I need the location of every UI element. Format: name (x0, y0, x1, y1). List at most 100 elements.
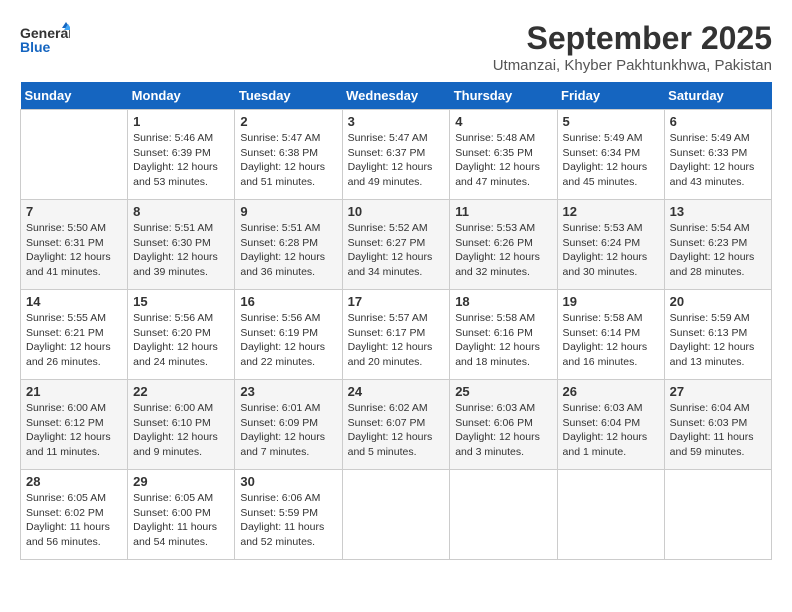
week-row-4: 21 Sunrise: 6:00 AMSunset: 6:12 PMDayligh… (21, 380, 772, 470)
day-number: 26 (563, 384, 659, 399)
calendar-cell-w1-d5: 4Sunrise: 5:48 AMSunset: 6:35 PMDaylight… (450, 110, 557, 200)
week-row-1: 1Sunrise: 5:46 AMSunset: 6:39 PMDaylight… (21, 110, 772, 200)
day-number: 14 (26, 294, 122, 309)
day-info: Sunrise: 5:46 AMSunset: 6:39 PMDaylight:… (133, 131, 229, 190)
week-row-5: 28 Sunrise: 6:05 AMSunset: 6:02 PMDayligh… (21, 470, 772, 560)
col-sunday: Sunday (21, 82, 128, 110)
calendar-cell-w2-d6: 12Sunrise: 5:53 AMSunset: 6:24 PMDayligh… (557, 200, 664, 290)
day-number: 21 (26, 384, 122, 399)
day-number: 17 (348, 294, 445, 309)
day-info: Sunrise: 5:57 AMSunset: 6:17 PMDaylight:… (348, 311, 445, 370)
calendar-cell-w4-d2: 22 Sunrise: 6:00 AMSunset: 6:10 PMDayligh… (128, 380, 235, 470)
calendar-cell-w5-d2: 29 Sunrise: 6:05 AMSunset: 6:00 PMDayligh… (128, 470, 235, 560)
day-info: Sunrise: 5:47 AMSunset: 6:38 PMDaylight:… (240, 131, 336, 190)
day-number: 8 (133, 204, 229, 219)
svg-text:Blue: Blue (20, 39, 51, 55)
day-number: 10 (348, 204, 445, 219)
calendar-cell-w1-d1 (21, 110, 128, 200)
day-info: Sunrise: 5:51 AMSunset: 6:30 PMDaylight:… (133, 221, 229, 280)
calendar-cell-w3-d2: 15 Sunrise: 5:56 AMSunset: 6:20 PMDayligh… (128, 290, 235, 380)
calendar-cell-w3-d6: 19Sunrise: 5:58 AMSunset: 6:14 PMDayligh… (557, 290, 664, 380)
col-monday: Monday (128, 82, 235, 110)
calendar-table: Sunday Monday Tuesday Wednesday Thursday… (20, 82, 772, 560)
col-tuesday: Tuesday (235, 82, 342, 110)
calendar-cell-w5-d6 (557, 470, 664, 560)
calendar-cell-w4-d5: 25 Sunrise: 6:03 AMSunset: 6:06 PMDayligh… (450, 380, 557, 470)
day-info: Sunrise: 6:00 AMSunset: 6:12 PMDaylight:… (26, 401, 122, 460)
day-info: Sunrise: 6:03 AMSunset: 6:06 PMDaylight:… (455, 401, 551, 460)
calendar-cell-w2-d4: 10 Sunrise: 5:52 AMSunset: 6:27 PMDayligh… (342, 200, 450, 290)
day-info: Sunrise: 6:05 AMSunset: 6:00 PMDaylight:… (133, 491, 229, 550)
calendar-cell-w3-d4: 17 Sunrise: 5:57 AMSunset: 6:17 PMDayligh… (342, 290, 450, 380)
calendar-cell-w4-d1: 21 Sunrise: 6:00 AMSunset: 6:12 PMDayligh… (21, 380, 128, 470)
week-row-2: 7Sunrise: 5:50 AMSunset: 6:31 PMDaylight… (21, 200, 772, 290)
logo: General Blue (20, 20, 70, 65)
calendar-cell-w4-d6: 26 Sunrise: 6:03 AMSunset: 6:04 PMDayligh… (557, 380, 664, 470)
day-number: 20 (670, 294, 766, 309)
location-subtitle: Utmanzai, Khyber Pakhtunkhwa, Pakistan (493, 57, 772, 74)
day-info: Sunrise: 6:03 AMSunset: 6:04 PMDaylight:… (563, 401, 659, 460)
page-header: General Blue September 2025 Utmanzai, Kh… (20, 20, 772, 74)
calendar-cell-w3-d1: 14 Sunrise: 5:55 AMSunset: 6:21 PMDayligh… (21, 290, 128, 380)
calendar-cell-w2-d7: 13Sunrise: 5:54 AMSunset: 6:23 PMDayligh… (664, 200, 771, 290)
day-info: Sunrise: 5:53 AMSunset: 6:26 PMDaylight:… (455, 221, 551, 280)
calendar-cell-w2-d1: 7Sunrise: 5:50 AMSunset: 6:31 PMDaylight… (21, 200, 128, 290)
calendar-cell-w3-d5: 18Sunrise: 5:58 AMSunset: 6:16 PMDayligh… (450, 290, 557, 380)
day-number: 2 (240, 114, 336, 129)
day-number: 25 (455, 384, 551, 399)
day-number: 29 (133, 474, 229, 489)
day-number: 5 (563, 114, 659, 129)
day-info: Sunrise: 5:55 AMSunset: 6:21 PMDaylight:… (26, 311, 122, 370)
day-number: 19 (563, 294, 659, 309)
day-info: Sunrise: 6:06 AMSunset: 5:59 PMDaylight:… (240, 491, 336, 550)
day-info: Sunrise: 5:51 AMSunset: 6:28 PMDaylight:… (240, 221, 336, 280)
col-thursday: Thursday (450, 82, 557, 110)
calendar-cell-w5-d7 (664, 470, 771, 560)
day-number: 30 (240, 474, 336, 489)
week-row-3: 14 Sunrise: 5:55 AMSunset: 6:21 PMDayligh… (21, 290, 772, 380)
calendar-cell-w2-d2: 8 Sunrise: 5:51 AMSunset: 6:30 PMDaylight… (128, 200, 235, 290)
col-saturday: Saturday (664, 82, 771, 110)
calendar-cell-w2-d3: 9 Sunrise: 5:51 AMSunset: 6:28 PMDaylight… (235, 200, 342, 290)
day-info: Sunrise: 5:58 AMSunset: 6:16 PMDaylight:… (455, 311, 551, 370)
day-number: 28 (26, 474, 122, 489)
calendar-cell-w4-d7: 27 Sunrise: 6:04 AMSunset: 6:03 PMDayligh… (664, 380, 771, 470)
calendar-cell-w5-d1: 28 Sunrise: 6:05 AMSunset: 6:02 PMDayligh… (21, 470, 128, 560)
day-number: 6 (670, 114, 766, 129)
day-info: Sunrise: 6:05 AMSunset: 6:02 PMDaylight:… (26, 491, 122, 550)
day-number: 23 (240, 384, 336, 399)
day-info: Sunrise: 5:56 AMSunset: 6:19 PMDaylight:… (240, 311, 336, 370)
calendar-cell-w1-d2: 1Sunrise: 5:46 AMSunset: 6:39 PMDaylight… (128, 110, 235, 200)
calendar-cell-w5-d4 (342, 470, 450, 560)
day-number: 15 (133, 294, 229, 309)
calendar-cell-w2-d5: 11 Sunrise: 5:53 AMSunset: 6:26 PMDayligh… (450, 200, 557, 290)
calendar-cell-w1-d3: 2 Sunrise: 5:47 AMSunset: 6:38 PMDaylight… (235, 110, 342, 200)
day-info: Sunrise: 5:47 AMSunset: 6:37 PMDaylight:… (348, 131, 445, 190)
calendar-cell-w5-d5 (450, 470, 557, 560)
col-wednesday: Wednesday (342, 82, 450, 110)
day-number: 24 (348, 384, 445, 399)
col-friday: Friday (557, 82, 664, 110)
day-info: Sunrise: 5:59 AMSunset: 6:13 PMDaylight:… (670, 311, 766, 370)
calendar-cell-w1-d6: 5 Sunrise: 5:49 AMSunset: 6:34 PMDaylight… (557, 110, 664, 200)
logo-icon: General Blue (20, 20, 70, 60)
calendar-cell-w1-d4: 3 Sunrise: 5:47 AMSunset: 6:37 PMDaylight… (342, 110, 450, 200)
day-info: Sunrise: 6:00 AMSunset: 6:10 PMDaylight:… (133, 401, 229, 460)
day-number: 9 (240, 204, 336, 219)
day-number: 27 (670, 384, 766, 399)
calendar-cell-w3-d3: 16 Sunrise: 5:56 AMSunset: 6:19 PMDayligh… (235, 290, 342, 380)
day-number: 16 (240, 294, 336, 309)
calendar-cell-w3-d7: 20 Sunrise: 5:59 AMSunset: 6:13 PMDayligh… (664, 290, 771, 380)
calendar-cell-w1-d7: 6 Sunrise: 5:49 AMSunset: 6:33 PMDaylight… (664, 110, 771, 200)
day-number: 22 (133, 384, 229, 399)
day-info: Sunrise: 5:49 AMSunset: 6:33 PMDaylight:… (670, 131, 766, 190)
day-info: Sunrise: 5:56 AMSunset: 6:20 PMDaylight:… (133, 311, 229, 370)
day-info: Sunrise: 5:50 AMSunset: 6:31 PMDaylight:… (26, 221, 122, 280)
calendar-header-row: Sunday Monday Tuesday Wednesday Thursday… (21, 82, 772, 110)
day-info: Sunrise: 5:52 AMSunset: 6:27 PMDaylight:… (348, 221, 445, 280)
day-number: 3 (348, 114, 445, 129)
day-info: Sunrise: 5:48 AMSunset: 6:35 PMDaylight:… (455, 131, 551, 190)
day-info: Sunrise: 5:49 AMSunset: 6:34 PMDaylight:… (563, 131, 659, 190)
day-info: Sunrise: 6:04 AMSunset: 6:03 PMDaylight:… (670, 401, 766, 460)
day-number: 11 (455, 204, 551, 219)
